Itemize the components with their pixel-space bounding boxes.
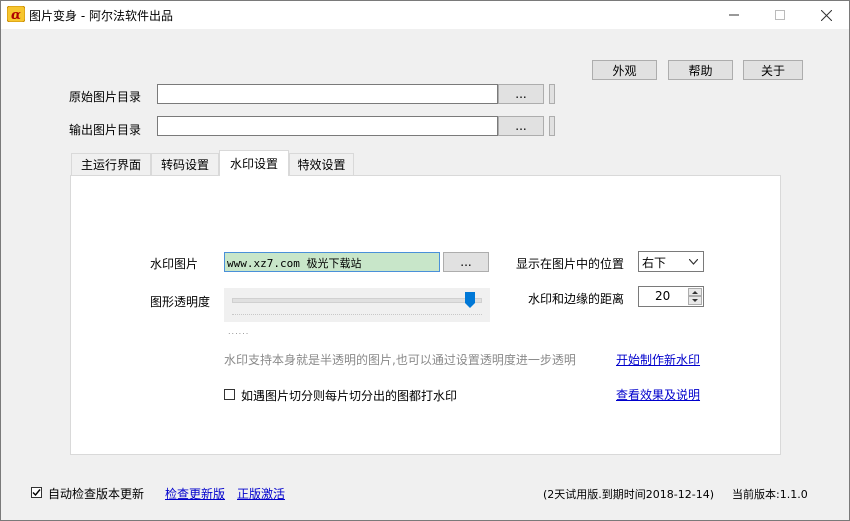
help-button[interactable]: 帮助 xyxy=(668,60,733,80)
appearance-button[interactable]: 外观 xyxy=(592,60,657,80)
about-button[interactable]: 关于 xyxy=(743,60,803,80)
version-text: 当前版本:1.1.0 xyxy=(732,488,808,501)
spin-up-icon xyxy=(692,291,698,294)
tab-transcode[interactable]: 转码设置 xyxy=(151,153,219,175)
close-icon xyxy=(820,9,832,21)
margin-spin-down-button[interactable] xyxy=(688,296,702,305)
activate-link[interactable]: 正版激活 xyxy=(237,485,285,502)
position-select[interactable]: 右下 xyxy=(638,251,704,272)
close-button[interactable] xyxy=(803,1,849,29)
tab-effects[interactable]: 特效设置 xyxy=(289,153,354,175)
margin-spin-up-button[interactable] xyxy=(688,288,702,296)
title-bar: α 图片变身 - 阿尔法软件出品 xyxy=(1,1,849,29)
trial-expiry-text: (2天试用版.到期时间2018-12-14) xyxy=(543,488,715,501)
watermark-image-label: 水印图片 xyxy=(150,257,199,271)
position-label: 显示在图片中的位置 xyxy=(516,257,625,271)
watermark-hint: 水印支持本身就是半透明的图片,也可以通过设置透明度进一步透明 xyxy=(224,353,576,367)
source-dir-input[interactable] xyxy=(157,84,498,104)
maximize-button[interactable] xyxy=(757,1,803,29)
opacity-slider-track xyxy=(232,298,482,303)
output-dir-input[interactable] xyxy=(157,116,498,136)
create-watermark-link[interactable]: 开始制作新水印 xyxy=(616,351,700,368)
output-dir-browse-button[interactable]: ... xyxy=(498,116,544,136)
source-dir-extra-button[interactable] xyxy=(549,84,555,104)
watermark-image-browse-button[interactable]: ... xyxy=(443,252,489,272)
watermark-settings-panel: 水印图片 www.xz7.com 极光下载站 ... 图形透明度 ...... … xyxy=(70,175,781,455)
auto-check-update-label: 自动检查版本更新 xyxy=(48,487,145,501)
output-dir-label: 输出图片目录 xyxy=(69,123,142,137)
opacity-label: 图形透明度 xyxy=(150,295,211,309)
watermark-image-input[interactable]: www.xz7.com 极光下载站 xyxy=(224,252,440,272)
position-select-value: 右下 xyxy=(642,256,667,270)
source-dir-label: 原始图片目录 xyxy=(69,90,142,104)
opacity-slider-ticks xyxy=(232,310,482,315)
window-title: 图片变身 - 阿尔法软件出品 xyxy=(29,9,173,23)
auto-check-update-checkbox[interactable] xyxy=(31,487,42,498)
margin-value: 20 xyxy=(655,289,671,303)
opacity-slider-dots: ...... xyxy=(228,327,250,336)
margin-spinbox[interactable]: 20 xyxy=(638,286,704,307)
opacity-slider[interactable] xyxy=(224,288,490,322)
chevron-down-icon xyxy=(689,259,698,265)
tab-main[interactable]: 主运行界面 xyxy=(71,153,151,175)
preview-help-link[interactable]: 查看效果及说明 xyxy=(616,386,700,403)
minimize-icon xyxy=(729,14,739,16)
margin-label: 水印和边缘的距离 xyxy=(528,292,625,306)
source-dir-browse-button[interactable]: ... xyxy=(498,84,544,104)
checkmark-icon xyxy=(32,489,41,497)
tab-watermark[interactable]: 水印设置 xyxy=(219,150,289,176)
split-watermark-label: 如遇图片切分则每片切分出的图都打水印 xyxy=(241,389,458,403)
split-watermark-checkbox[interactable] xyxy=(224,389,235,400)
minimize-button[interactable] xyxy=(711,1,757,29)
output-dir-extra-button[interactable] xyxy=(549,116,555,136)
spin-down-icon xyxy=(692,299,698,302)
app-window: α 图片变身 - 阿尔法软件出品 外观 帮助 关于 原始图片目录 ... 输出图… xyxy=(0,0,850,521)
opacity-slider-thumb[interactable] xyxy=(464,292,475,308)
check-update-link[interactable]: 检查更新版 xyxy=(165,485,225,502)
svg-text:α: α xyxy=(11,8,21,22)
app-logo-icon: α xyxy=(6,5,26,23)
maximize-icon xyxy=(775,10,785,20)
